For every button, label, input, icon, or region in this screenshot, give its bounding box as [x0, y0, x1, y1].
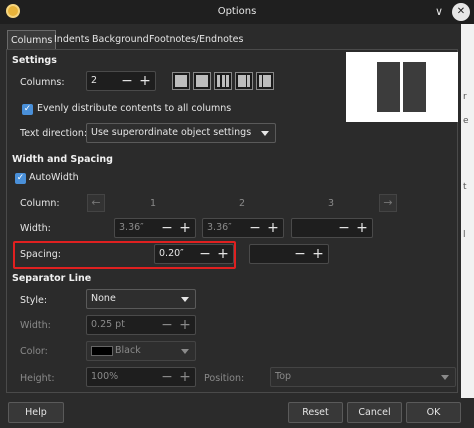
width-column-3-decrease-button[interactable]: −: [336, 219, 352, 239]
height-field[interactable]: 100% − +: [86, 367, 196, 387]
collapse-icon[interactable]: ∨: [430, 3, 448, 21]
preview-column-1: [377, 62, 400, 112]
separator-width-field[interactable]: 0.25 pt − +: [86, 315, 196, 335]
preset-2-columns[interactable]: [193, 72, 211, 90]
autowidth-label: AutoWidth: [29, 172, 79, 183]
columns-increase-button[interactable]: +: [137, 72, 153, 92]
column-number-3: 3: [328, 198, 335, 209]
color-swatch: [91, 346, 113, 356]
document-background: r e t l: [461, 24, 474, 398]
spacing-highlight-box: [13, 241, 236, 269]
reset-button[interactable]: Reset: [288, 402, 343, 423]
width-column-1-decrease-button[interactable]: −: [159, 219, 175, 239]
column-right-button[interactable]: →: [379, 194, 397, 212]
separator-width-value: 0.25 pt: [91, 319, 125, 330]
text-direction-dropdown[interactable]: Use superordinate object settings: [86, 123, 276, 143]
help-button[interactable]: Help: [8, 402, 64, 423]
height-label: Height:: [20, 373, 55, 384]
tab-indents[interactable]: Indents: [51, 30, 92, 49]
width-column-2-decrease-button[interactable]: −: [247, 219, 263, 239]
cancel-button[interactable]: Cancel: [347, 402, 402, 423]
tab-background[interactable]: Background: [89, 30, 152, 49]
column-left-button[interactable]: ←: [87, 194, 105, 212]
columns-label: Columns:: [20, 77, 65, 88]
evenly-distribute-checkbox[interactable]: ✓: [22, 104, 33, 115]
position-dropdown[interactable]: Top: [270, 367, 456, 387]
style-dropdown[interactable]: None: [86, 289, 196, 309]
spacing-2-decrease-button[interactable]: −: [292, 245, 308, 265]
columns-decrease-button[interactable]: −: [119, 72, 135, 92]
position-value: Top: [275, 371, 292, 382]
width-column-1-value: 3.36″: [119, 222, 144, 233]
tab-footnotes-endnotes[interactable]: Footnotes/Endnotes: [146, 30, 246, 49]
height-increase-button[interactable]: +: [177, 368, 193, 388]
text-direction-value: Use superordinate object settings: [91, 127, 252, 138]
separator-width-decrease-button[interactable]: −: [159, 316, 175, 336]
width-column-2-increase-button[interactable]: +: [265, 219, 281, 239]
preset-1-column[interactable]: [172, 72, 190, 90]
color-label: Color:: [20, 346, 48, 357]
height-decrease-button[interactable]: −: [159, 368, 175, 388]
close-icon[interactable]: ✕: [452, 3, 470, 21]
width-spacing-heading: Width and Spacing: [12, 154, 113, 165]
text-direction-label: Text direction:: [20, 128, 88, 139]
width-column-2-value: 3.36″: [207, 222, 232, 233]
tab-columns[interactable]: Columns: [7, 30, 57, 49]
chevron-down-icon: [261, 131, 269, 136]
chevron-down-icon: [181, 349, 189, 354]
color-dropdown[interactable]: Black: [86, 341, 196, 361]
preset-3-columns[interactable]: [214, 72, 232, 90]
width-label: Width:: [20, 223, 51, 234]
separator-width-label: Width:: [20, 320, 51, 331]
columns-value: 2: [91, 75, 98, 86]
ok-button[interactable]: OK: [406, 402, 461, 423]
autowidth-checkbox[interactable]: ✓: [15, 173, 26, 184]
column-label: Column:: [20, 198, 60, 209]
column-number-1: 1: [150, 198, 157, 209]
column-preview: [346, 52, 458, 122]
height-value: 100%: [91, 371, 119, 382]
settings-heading: Settings: [12, 55, 57, 66]
separator-width-increase-button[interactable]: +: [177, 316, 193, 336]
width-column-3-field[interactable]: − +: [291, 218, 373, 238]
preset-left-wide[interactable]: [235, 72, 253, 90]
style-label: Style:: [20, 295, 48, 306]
chevron-down-icon: [181, 297, 189, 302]
width-column-1-field[interactable]: 3.36″ − +: [114, 218, 196, 238]
evenly-distribute-label: Evenly distribute contents to all column…: [37, 103, 232, 114]
preview-column-2: [403, 62, 426, 112]
width-column-1-increase-button[interactable]: +: [177, 219, 193, 239]
position-label: Position:: [204, 373, 245, 384]
width-column-3-increase-button[interactable]: +: [354, 219, 370, 239]
style-value: None: [91, 293, 116, 304]
chevron-down-icon: [441, 375, 449, 380]
separator-heading: Separator Line: [12, 273, 92, 284]
spacing-2-field[interactable]: − +: [249, 244, 329, 264]
window-title: Options: [217, 6, 257, 17]
preset-right-wide[interactable]: [256, 72, 274, 90]
column-number-2: 2: [239, 198, 246, 209]
width-column-2-field[interactable]: 3.36″ − +: [202, 218, 284, 238]
spacing-2-increase-button[interactable]: +: [310, 245, 326, 265]
columns-stepper[interactable]: 2 − +: [86, 71, 156, 91]
